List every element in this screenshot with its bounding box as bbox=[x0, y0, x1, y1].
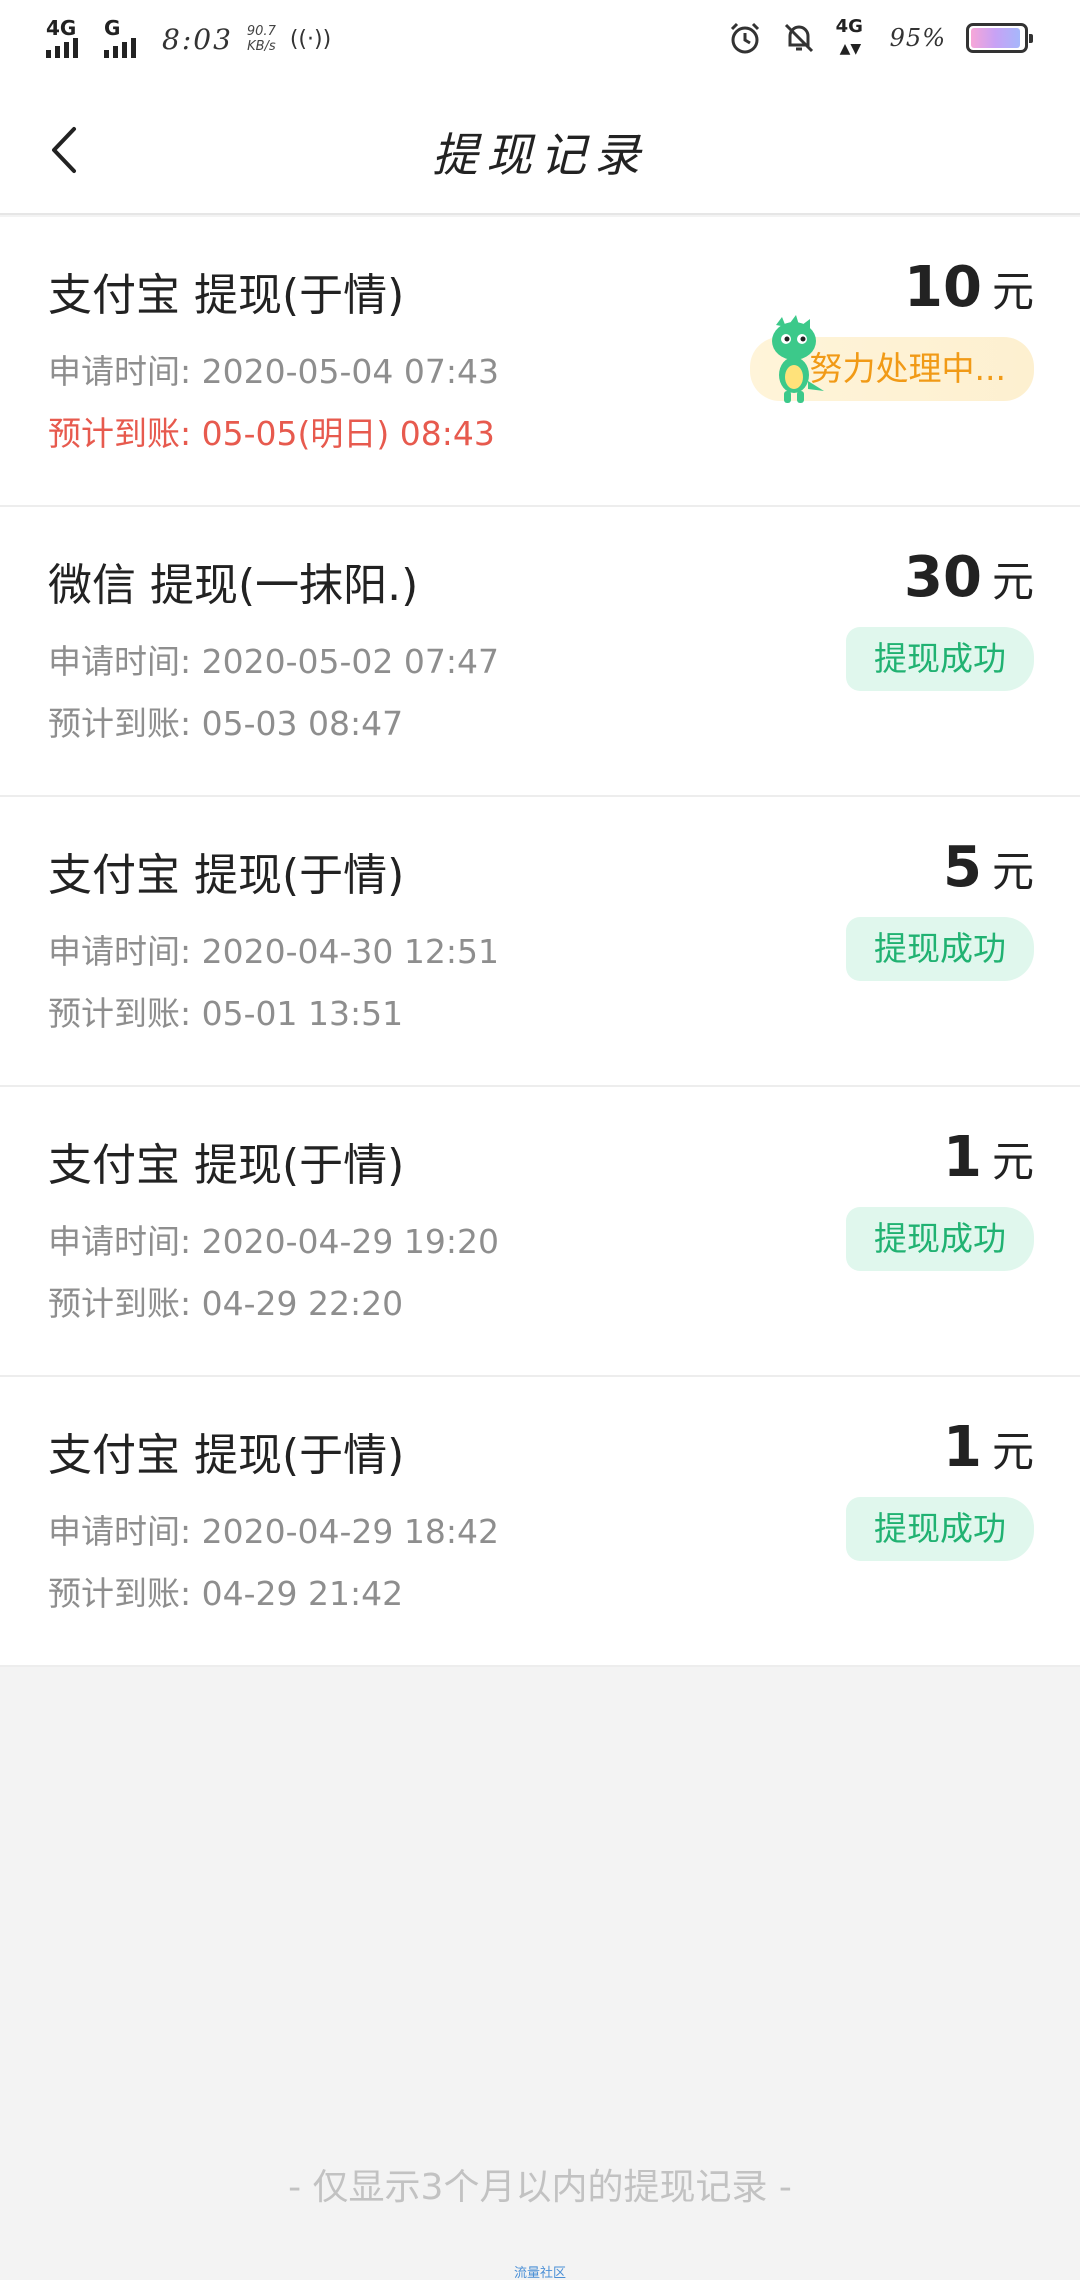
clock: 8:03 bbox=[162, 22, 233, 56]
record-amount: 1 元 bbox=[943, 1415, 1034, 1480]
page-title: 提现记录 bbox=[432, 128, 648, 182]
record-expected-time: 预计到账: 04-29 22:20 bbox=[48, 1284, 404, 1323]
record-title: 支付宝 提现(于情) bbox=[48, 850, 405, 901]
record-apply-time: 申请时间: 2020-05-02 07:47 bbox=[48, 642, 499, 681]
record-amount: 5 元 bbox=[943, 835, 1034, 900]
record-apply-time: 申请时间: 2020-04-30 12:51 bbox=[48, 932, 499, 971]
app-header: 提现记录 bbox=[0, 85, 1080, 215]
status-bar: 4G G 8:03 90.7 KB/s ((·)) 4G ▲▼ 95% bbox=[0, 0, 1080, 85]
speed-unit: KB/s bbox=[247, 39, 276, 54]
amount-unit: 元 bbox=[991, 1427, 1034, 1476]
dinosaur-mascot-icon bbox=[772, 315, 824, 403]
status-badge-success: 提现成功 bbox=[846, 627, 1034, 691]
signal-icon-2: G bbox=[104, 18, 148, 60]
record-amount: 10 元 bbox=[904, 255, 1034, 320]
battery-icon bbox=[966, 23, 1033, 53]
withdrawal-list: 支付宝 提现(于情) 申请时间: 2020-05-04 07:43 预计到账: … bbox=[0, 217, 1080, 1667]
amount-value: 10 bbox=[904, 255, 982, 320]
record-apply-time: 申请时间: 2020-04-29 18:42 bbox=[48, 1512, 499, 1551]
status-badge-success: 提现成功 bbox=[846, 1207, 1034, 1271]
record-title: 支付宝 提现(于情) bbox=[48, 270, 405, 321]
network-type-2: G bbox=[104, 16, 121, 40]
alarm-icon bbox=[730, 22, 759, 54]
amount-unit: 元 bbox=[991, 557, 1034, 606]
record-expected-time: 预计到账: 04-29 21:42 bbox=[48, 1574, 404, 1613]
record-expected-time: 预计到账: 05-01 13:51 bbox=[48, 994, 404, 1033]
hotspot-icon: ((·)) bbox=[289, 26, 332, 52]
mobile-data-icon: 4G ▲▼ bbox=[835, 16, 863, 58]
record-amount: 1 元 bbox=[943, 1125, 1034, 1190]
withdrawal-record[interactable]: 微信 提现(一抹阳.) 申请时间: 2020-05-02 07:47 预计到账:… bbox=[0, 507, 1080, 797]
status-bar-left: 4G G 8:03 90.7 KB/s ((·)) bbox=[46, 18, 331, 60]
amount-value: 1 bbox=[943, 1125, 982, 1190]
withdrawal-records-page: 4G G 8:03 90.7 KB/s ((·)) 4G ▲▼ 95% 提现记录… bbox=[0, 0, 1080, 2280]
footer-note: - 仅显示3个月以内的提现记录 - bbox=[288, 2167, 792, 2208]
battery-fill bbox=[971, 28, 1021, 48]
amount-unit: 元 bbox=[991, 267, 1034, 316]
network-type-1: 4G bbox=[46, 16, 77, 40]
withdrawal-record[interactable]: 支付宝 提现(于情) 申请时间: 2020-05-04 07:43 预计到账: … bbox=[0, 217, 1080, 507]
amount-unit: 元 bbox=[991, 847, 1034, 896]
status-badge-success: 提现成功 bbox=[846, 917, 1034, 981]
amount-value: 5 bbox=[943, 835, 982, 900]
record-expected-time: 预计到账: 05-03 08:47 bbox=[48, 704, 404, 743]
battery-percentage: 95% bbox=[889, 24, 946, 52]
record-apply-time: 申请时间: 2020-04-29 19:20 bbox=[48, 1222, 499, 1261]
record-expected-time: 预计到账: 05-05(明日) 08:43 bbox=[48, 414, 495, 453]
withdrawal-record[interactable]: 支付宝 提现(于情) 申请时间: 2020-04-29 18:42 预计到账: … bbox=[0, 1377, 1080, 1667]
signal-icon: 4G bbox=[46, 18, 90, 60]
record-apply-time: 申请时间: 2020-05-04 07:43 bbox=[48, 352, 499, 391]
network-speed: 90.7 KB/s bbox=[247, 24, 276, 54]
bell-off-icon bbox=[784, 23, 813, 53]
withdrawal-record[interactable]: 支付宝 提现(于情) 申请时间: 2020-04-29 19:20 预计到账: … bbox=[0, 1087, 1080, 1377]
status-bar-right: 4G ▲▼ 95% bbox=[728, 16, 1033, 58]
record-title: 微信 提现(一抹阳.) bbox=[48, 560, 419, 611]
watermark: 流量社区 bbox=[513, 2266, 566, 2280]
speed-value: 90.7 bbox=[246, 24, 276, 39]
record-amount: 30 元 bbox=[904, 545, 1034, 610]
amount-unit: 元 bbox=[991, 1137, 1034, 1186]
status-badge-success: 提现成功 bbox=[846, 1497, 1034, 1561]
record-title: 支付宝 提现(于情) bbox=[48, 1140, 405, 1191]
amount-value: 1 bbox=[943, 1415, 982, 1480]
amount-value: 30 bbox=[904, 545, 982, 610]
record-title: 支付宝 提现(于情) bbox=[48, 1430, 405, 1481]
withdrawal-record[interactable]: 支付宝 提现(于情) 申请时间: 2020-04-30 12:51 预计到账: … bbox=[0, 797, 1080, 1087]
